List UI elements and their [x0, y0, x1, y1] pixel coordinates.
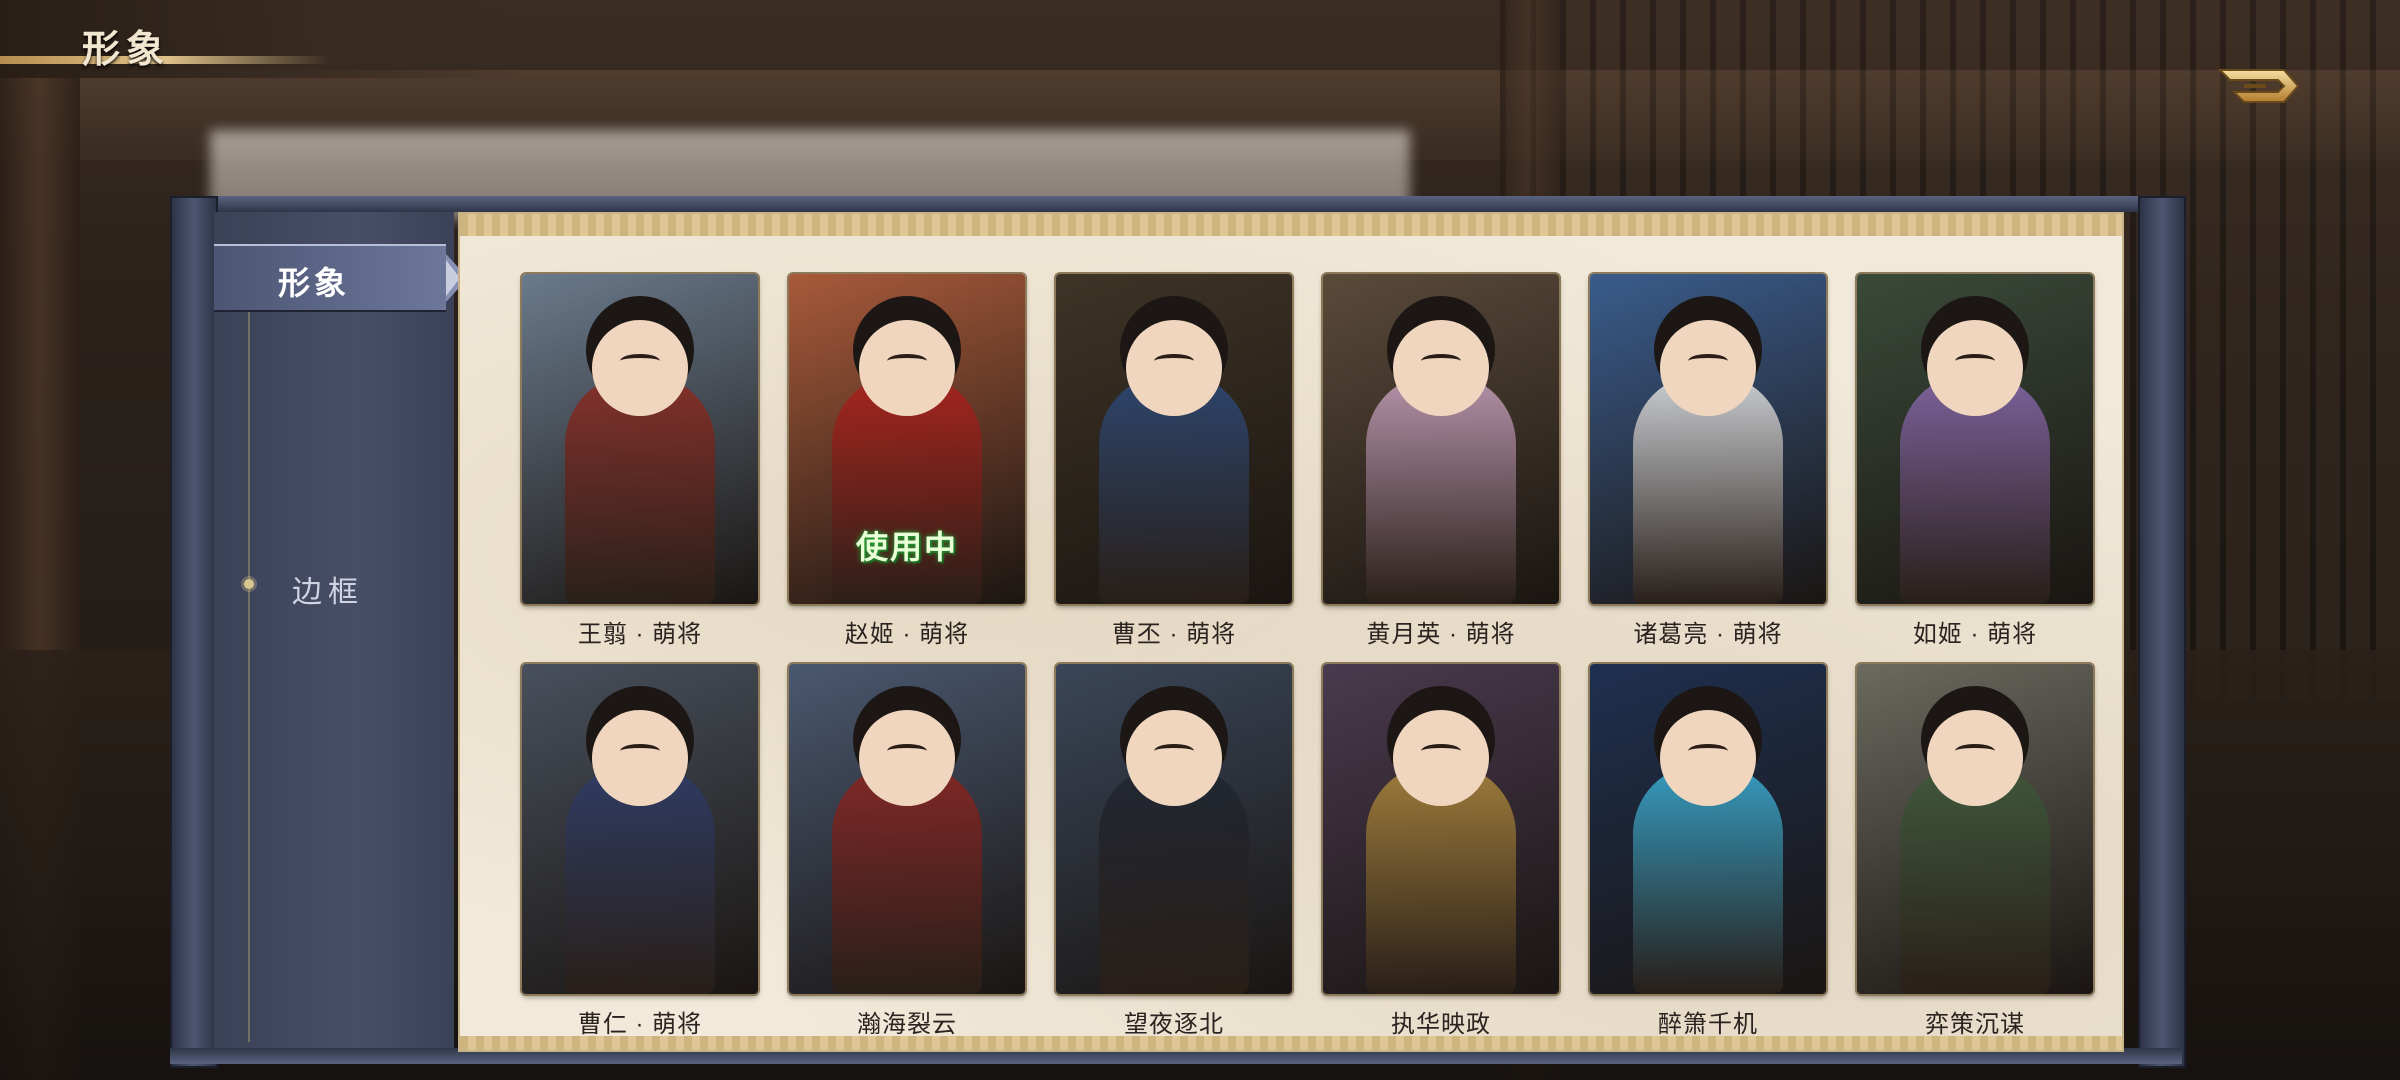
skin-name: 执华映政 [1391, 1011, 1491, 1038]
skin-portrait [789, 664, 1025, 994]
skin-card[interactable]: 执华映政 [1323, 664, 1559, 1038]
skin-card[interactable]: 望夜逐北 [1056, 664, 1292, 1038]
tab-frame[interactable]: 边框 [214, 557, 446, 617]
skin-name: 如姬 · 萌将 [1912, 621, 2038, 648]
page-title: 形象 [82, 26, 171, 71]
back-button[interactable] [2214, 62, 2304, 110]
skin-portrait [1590, 664, 1826, 994]
skin-portrait [522, 664, 758, 994]
skin-card[interactable]: 曹仁 · 萌将 [522, 664, 758, 1038]
title-bar: 形象 [0, 0, 520, 78]
diamond-bullet-icon [244, 579, 254, 589]
skin-name: 赵姬 · 萌将 [844, 621, 970, 648]
skin-card[interactable]: 黄月英 · 萌将 [1323, 274, 1559, 648]
frame-right-post [2138, 196, 2186, 1068]
skin-portrait [522, 274, 758, 604]
skin-portrait [1056, 274, 1292, 604]
skin-portrait [1857, 274, 2093, 604]
frame-left-post [170, 196, 218, 1068]
tab-appearance-label: 形象 [277, 265, 350, 301]
in-use-badge: 使用中 [855, 529, 958, 565]
skin-name: 曹仁 · 萌将 [577, 1011, 703, 1038]
skin-card[interactable]: 使用中赵姬 · 萌将 [789, 274, 1025, 648]
skin-portrait [1323, 274, 1559, 604]
skin-name: 望夜逐北 [1124, 1011, 1224, 1038]
skin-card[interactable]: 瀚海裂云 [789, 664, 1025, 1038]
skin-card[interactable]: 王翦 · 萌将 [522, 274, 758, 648]
skin-name: 醉箫千机 [1658, 1011, 1758, 1038]
skin-panel: 王翦 · 萌将 使用中 赵姬 · 萌将 曹丕 · 萌将 黄月英 · 萌将 诸葛亮 · 萌将… [458, 212, 2124, 1052]
tab-frame-label: 边框 [292, 576, 364, 609]
skin-name: 曹丕 · 萌将 [1111, 621, 1237, 648]
tab-appearance[interactable]: 形象 [214, 244, 468, 312]
skin-name: 诸葛亮 · 萌将 [1633, 621, 1783, 648]
sidebar: 形象 边框 [214, 212, 468, 1048]
sidebar-divider [248, 302, 250, 1042]
skin-portrait [1590, 274, 1826, 604]
skin-name: 瀚海裂云 [857, 1011, 957, 1038]
skin-name: 王翦 · 萌将 [577, 621, 703, 648]
skin-card[interactable]: 醉箫千机 [1590, 664, 1826, 1038]
skin-card[interactable]: 曹丕 · 萌将 [1056, 274, 1292, 648]
skin-name: 黄月英 · 萌将 [1366, 621, 1516, 648]
skin-card[interactable]: 如姬 · 萌将 [1857, 274, 2093, 648]
panel-top-border [460, 214, 2122, 236]
frame-top [170, 196, 2182, 212]
skin-name: 弈策沉谋 [1925, 1011, 2025, 1038]
back-arrow-icon [2217, 69, 2300, 103]
skin-portrait [1056, 664, 1292, 994]
skin-card[interactable]: 诸葛亮 · 萌将 [1590, 274, 1826, 648]
skin-card[interactable]: 弈策沉谋 [1857, 664, 2093, 1038]
skin-portrait [1323, 664, 1559, 994]
skin-portrait [1857, 664, 2093, 994]
